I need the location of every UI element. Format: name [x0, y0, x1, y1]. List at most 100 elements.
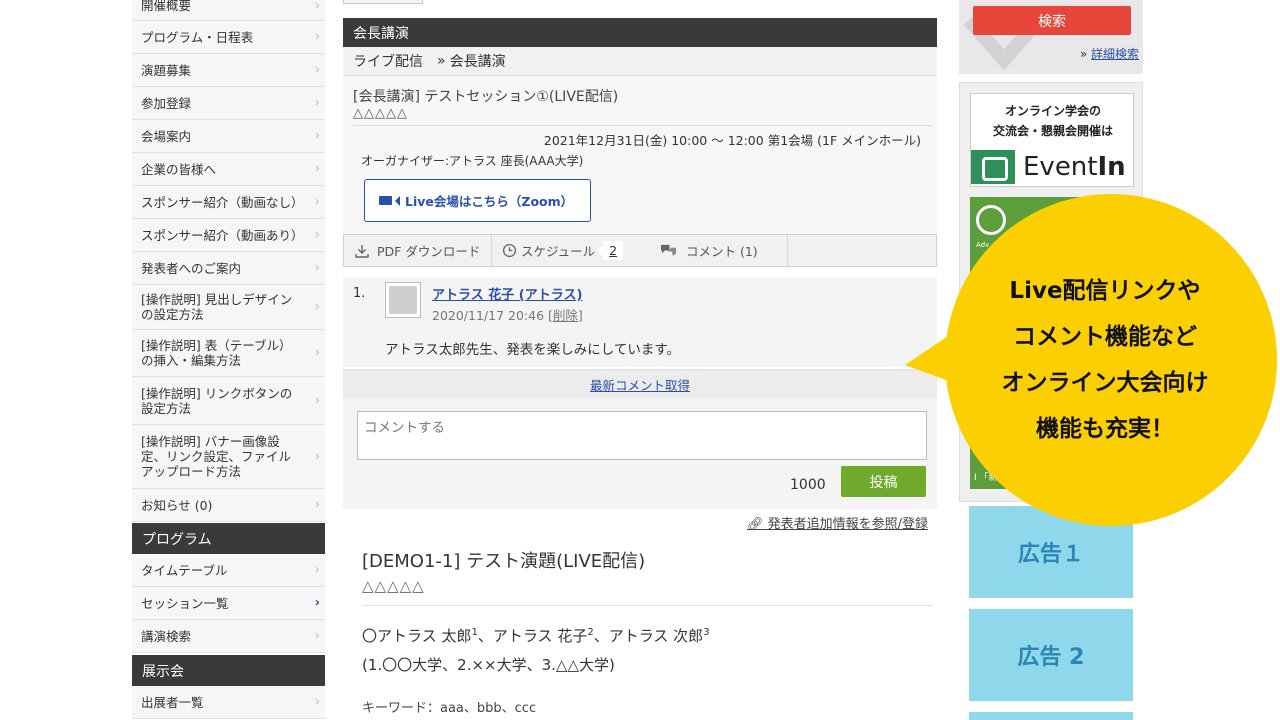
sidebar-item-heading-design[interactable]: [操作説明] 見出しデザインの設定方法 › [132, 285, 325, 330]
chevron-right-icon: › [314, 62, 320, 78]
wordmark-a: Event [1023, 152, 1098, 182]
abstract-keywords: キーワード：aaa、bbb、ccc [362, 701, 537, 716]
comment-author-link[interactable]: アトラス 花子 (アトラス) [432, 284, 582, 303]
sidebar-item-label: 演題募集 [141, 62, 192, 78]
sidebar-item-table-howto[interactable]: [操作説明] 表（テーブル）の挿入・編集方法 › [132, 330, 325, 377]
video-camera-lens-icon [395, 195, 400, 206]
sidebar-item-session-list[interactable]: セッション一覧 › [132, 587, 325, 620]
advanced-search-prefix: » [1079, 47, 1091, 61]
top-button-stub[interactable] [343, 0, 423, 4]
breadcrumb-live[interactable]: ライブ配信 [353, 51, 423, 71]
sidebar-item-program-schedule[interactable]: プログラム・日程表 › [132, 21, 325, 54]
sponsor-small-text: Adv [976, 241, 990, 249]
sidebar-item-registration[interactable]: 参加登録 › [132, 87, 325, 120]
session-title: [会長講演] テストセッション①(LIVE配信) [353, 89, 619, 105]
affil-mark-3: 3 [703, 627, 710, 638]
post-button[interactable]: 投稿 [841, 466, 926, 497]
sidebar-heading-expo: 展示会 [132, 655, 325, 686]
sidebar-item-abstract-call[interactable]: 演題募集 › [132, 54, 325, 87]
sidebar-item-news[interactable]: お知らせ (0) › [132, 489, 325, 522]
sidebar-item-venue[interactable]: 会場案内 › [132, 120, 325, 153]
breadcrumb: ライブ配信 » 会長講演 [343, 47, 937, 76]
sidebar-item-label: スポンサー紹介（動画あり） [141, 227, 304, 243]
tab-comment[interactable]: コメント (1) [638, 235, 788, 266]
sponsor-logo-icon [976, 205, 1006, 235]
comment-index: 1. [353, 286, 366, 301]
sidebar-item-presenter-guide[interactable]: 発表者へのご案内 › [132, 252, 325, 285]
sidebar-item-label: [操作説明] バナー画像設定、リンク設定、ファイルアップロード方法 [141, 434, 292, 479]
chevron-right-icon: › [314, 628, 320, 644]
chevron-right-icon: › [314, 595, 320, 611]
divider [353, 125, 933, 126]
chevron-right-icon: › [314, 95, 320, 111]
download-icon [355, 244, 369, 258]
chevron-right-icon: › [314, 449, 320, 464]
tab-label: コメント (1) [686, 244, 758, 259]
chevron-right-icon: › [314, 0, 320, 13]
breadcrumb-current: 会長講演 [449, 54, 506, 70]
sponsor-bottom-text: I 「新 [974, 473, 998, 483]
eventin-wordmark: EventIn [1023, 152, 1126, 182]
presenter-info-link[interactable]: 🔗︎ 発表者追加情報を参照/登録 [747, 513, 928, 532]
chevron-right-icon: › [314, 194, 320, 210]
divider [362, 605, 932, 606]
chevron-right-icon: › [314, 260, 320, 276]
banner-line-2: 交流会・懇親会開催は [992, 124, 1113, 138]
search-panel: 検索 » 詳細検索 [959, 0, 1143, 74]
chevron-right-icon: › [314, 299, 320, 315]
ad-banner-3[interactable] [969, 712, 1133, 720]
zoom-live-button[interactable]: Live会場はこちら（Zoom） [364, 179, 591, 222]
chevron-right-icon: › [314, 227, 320, 243]
tab-pdf-download[interactable]: PDF ダウンロード [344, 235, 492, 266]
ad-banner-2[interactable]: 広告 2 [969, 609, 1133, 701]
chevron-right-icon: › [314, 161, 320, 177]
session-subtitle: △△△△△ [353, 106, 408, 121]
sidebar-nav: 開催概要 › プログラム・日程表 › 演題募集 › 参加登録 › 会場案内 › 企業の皆様… [132, 0, 325, 720]
sidebar-heading-program: プログラム [132, 523, 325, 554]
sidebar-item-overview[interactable]: 開催概要 › [132, 0, 325, 21]
latest-comments-link[interactable]: 最新コメント取得 [343, 369, 937, 399]
eventin-banner[interactable]: オンライン学会の 交流会・懇親会開催は EventIn [970, 93, 1134, 187]
chevron-right-icon: › [314, 694, 320, 710]
abstract-authors: 〇アトラス 太郎1、アトラス 花子2、アトラス 次郎3 [362, 625, 710, 646]
sidebar-item-banner-howto[interactable]: [操作説明] バナー画像設定、リンク設定、ファイルアップロード方法 › [132, 425, 325, 489]
sidebar-item-timetable[interactable]: タイムテーブル › [132, 554, 325, 587]
sidebar-item-label: 開催概要 [141, 0, 192, 13]
abstract-title: [DEMO1-1] テスト演題(LIVE配信) [362, 551, 646, 572]
schedule-count-badge[interactable]: 2 [597, 241, 624, 260]
chevron-right-icon: › [314, 562, 320, 578]
tab-label: スケジュール [521, 244, 596, 259]
page: 開催概要 › プログラム・日程表 › 演題募集 › 参加登録 › 会場案内 › 企業の皆様… [0, 0, 1280, 720]
presenter-info-label: 発表者追加情報を参照/登録 [767, 517, 928, 532]
comment-form: コメントする 1000 投稿 [343, 399, 937, 509]
sponsor-banner[interactable]: Adv I 「新 [970, 197, 1134, 489]
abstract-affiliations: (1.〇〇大学、2.××大学、3.△△大学) [362, 656, 615, 674]
comment-delete-link[interactable]: [削除] [548, 308, 583, 323]
clock-icon [502, 243, 517, 258]
sidebar-item-exhibitors[interactable]: 出展者一覧 › [132, 686, 325, 719]
main-content: 会長講演 ライブ配信 » 会長講演 [会長講演] テストセッション①(LIVE配… [343, 0, 937, 720]
sidebar-item-sponsors-no-video[interactable]: スポンサー紹介（動画なし） › [132, 186, 325, 219]
avatar [385, 282, 421, 318]
sidebar-item-companies[interactable]: 企業の皆様へ › [132, 153, 325, 186]
search-button[interactable]: 検索 [973, 6, 1131, 35]
sidebar-item-sponsors-video[interactable]: スポンサー紹介（動画あり） › [132, 219, 325, 252]
right-gutter [1158, 0, 1280, 720]
sidebar-item-lecture-search[interactable]: 講演検索 › [132, 620, 325, 653]
paperclip-icon: 🔗︎ [746, 517, 764, 532]
ad-banner-1[interactable]: 広告１ [969, 506, 1133, 598]
video-camera-icon [379, 196, 392, 205]
author-3: 、アトラス 次郎 [593, 627, 704, 645]
tab-schedule[interactable]: スケジュール 2 [492, 235, 638, 266]
advanced-search-link[interactable]: 詳細検索 [1091, 47, 1139, 61]
comment-date: 2020/11/17 20:46 [432, 308, 545, 323]
comment-input[interactable]: コメントする [357, 411, 927, 460]
sidebar-item-label: [操作説明] リンクボタンの設定方法 [141, 385, 293, 416]
eventin-logo-icon [971, 150, 1015, 184]
sidebar-item-link-button-howto[interactable]: [操作説明] リンクボタンの設定方法 › [132, 377, 325, 425]
sidebar-item-label: [操作説明] 表（テーブル）の挿入・編集方法 [141, 338, 292, 368]
sidebar-item-label: 講演検索 [141, 628, 192, 644]
sidebar-item-label: 会場案内 [141, 128, 192, 144]
banner-line-1: オンライン学会の [1004, 104, 1101, 118]
chevron-right-icon: › [314, 29, 320, 45]
